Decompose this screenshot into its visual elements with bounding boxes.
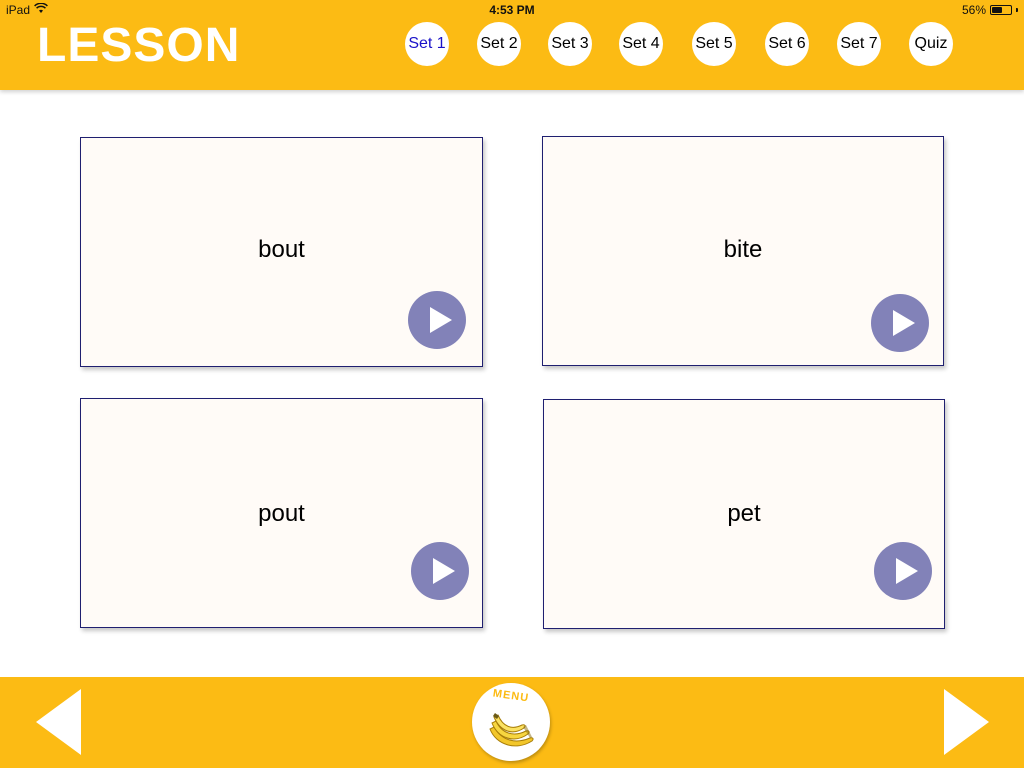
word-card-4[interactable]: pet: [543, 399, 945, 629]
play-button[interactable]: [871, 294, 929, 352]
banana-icon: [482, 703, 540, 760]
menu-button[interactable]: MENU: [472, 683, 550, 761]
tab-quiz[interactable]: Quiz: [909, 22, 953, 66]
tab-set-5[interactable]: Set 5: [692, 22, 736, 66]
status-right: 56%: [962, 3, 1018, 17]
play-button[interactable]: [408, 291, 466, 349]
card-word: bout: [258, 236, 305, 263]
play-icon: [433, 558, 455, 584]
play-icon: [896, 558, 918, 584]
word-card-2[interactable]: bite: [542, 136, 944, 366]
status-bar: iPad 4:53 PM 56%: [0, 0, 1024, 20]
footer-bar: MENU: [0, 677, 1024, 768]
word-card-3[interactable]: pout: [80, 398, 483, 628]
tab-set-4[interactable]: Set 4: [619, 22, 663, 66]
play-icon: [893, 310, 915, 336]
card-word: pet: [727, 500, 761, 527]
battery-percent: 56%: [961, 3, 986, 17]
card-word: pout: [258, 500, 305, 527]
play-button[interactable]: [411, 542, 469, 600]
arrow-left-icon[interactable]: [36, 689, 81, 755]
arrow-right-icon[interactable]: [944, 689, 989, 755]
word-card-1[interactable]: bout: [80, 137, 483, 367]
tab-set-1[interactable]: Set 1: [405, 22, 449, 66]
battery-fill: [992, 7, 1002, 13]
tab-set-6[interactable]: Set 6: [765, 22, 809, 66]
tab-set-2[interactable]: Set 2: [477, 22, 521, 66]
battery-cap: [1016, 8, 1018, 12]
tab-set-3[interactable]: Set 3: [548, 22, 592, 66]
set-tabs: Set 1 Set 2 Set 3 Set 4 Set 5 Set 6 Set …: [0, 22, 1024, 66]
battery-icon: [990, 5, 1012, 15]
tab-set-7[interactable]: Set 7: [837, 22, 881, 66]
header-bar: iPad 4:53 PM 56% LESSON Set 1 Set 2 Set …: [0, 0, 1024, 90]
play-icon: [430, 307, 452, 333]
play-button[interactable]: [874, 542, 932, 600]
card-word: bite: [723, 236, 763, 263]
status-time: 4:53 PM: [489, 3, 535, 17]
